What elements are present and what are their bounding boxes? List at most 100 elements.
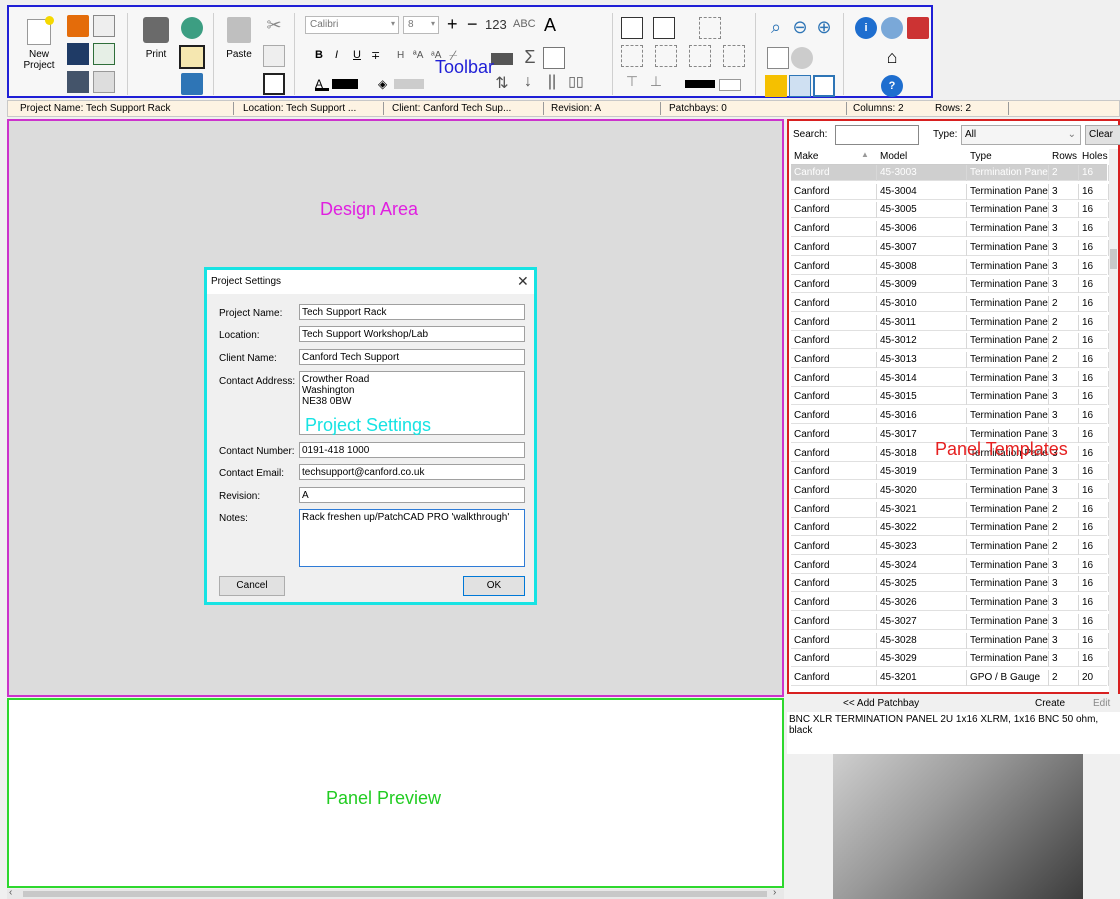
table-row[interactable]: Canford 45-3019 Termination Panel 3 16 [791,464,1109,481]
fill-color-swatch[interactable] [394,79,424,89]
heading-button[interactable]: H [397,50,404,61]
contact-email-field[interactable]: techsupport@canford.co.uk [299,464,525,480]
image-icon[interactable] [543,47,565,69]
increase-font-button[interactable]: + [447,14,458,35]
zoom-out-icon[interactable]: ⊖ [789,17,811,39]
table-row[interactable]: Canford 45-3007 Termination Panel 3 16 [791,239,1109,256]
cancel-button[interactable]: Cancel [219,576,285,596]
exit-icon[interactable] [907,17,929,39]
align-icon[interactable] [621,45,643,67]
table-row[interactable]: Canford 45-3023 Termination Panel 2 16 [791,539,1109,555]
sort-icon[interactable]: ⇅ [491,73,513,95]
export-excel-icon[interactable] [93,43,115,65]
space-icon[interactable] [689,45,711,67]
location-field[interactable]: Tech Support Workshop/Lab [299,326,525,342]
contact-number-field[interactable]: 0191-418 1000 [299,442,525,458]
align-bottom-icon[interactable]: ⊥ [645,73,667,95]
paste-label[interactable]: Paste [221,49,257,60]
zoom-icon[interactable]: ⌕ [765,17,787,39]
help-icon[interactable]: ? [881,75,903,97]
home-icon[interactable]: ⌂ [881,47,903,69]
save-as-icon[interactable] [67,71,89,93]
info-icon[interactable]: i [855,17,877,39]
table-row[interactable]: Canford 45-3021 Termination Panel 2 16 [791,501,1109,518]
search-input[interactable] [835,125,919,145]
underline-button[interactable]: U [353,49,361,61]
scrollbar-thumb[interactable] [23,891,767,897]
table-row[interactable]: Canford 45-3014 Termination Panel 3 16 [791,370,1109,387]
settings-gear-icon[interactable] [791,47,813,69]
create-button[interactable]: Create [1035,698,1065,709]
grid-icon[interactable] [621,17,643,39]
decrease-font-button[interactable]: − [467,14,478,35]
column-header-model[interactable]: Model [877,149,967,165]
list-view-icon[interactable] [813,75,835,97]
print-label[interactable]: Print [137,49,175,60]
scrollbar-thumb[interactable] [1110,249,1117,269]
revision-field[interactable]: A [299,487,525,503]
table-row[interactable]: Canford 45-3011 Termination Panel 2 16 [791,314,1109,331]
page-setup-icon[interactable] [767,47,789,69]
clear-button[interactable]: Clear [1085,125,1120,145]
new-project-icon[interactable] [27,16,54,45]
chair-icon[interactable] [491,53,513,65]
column-header-holes[interactable]: Holes [1079,149,1109,165]
table-row[interactable]: Canford 45-3024 Termination Panel 3 16 [791,557,1109,574]
table-row[interactable]: Canford 45-3010 Termination Panel 2 16 [791,295,1109,312]
panel-view-icon[interactable] [765,75,787,97]
table-row[interactable]: Canford 45-3201 GPO / B Gauge 2 20 [791,669,1109,686]
distribute-icon[interactable] [655,45,677,67]
line-style-dropdown[interactable] [719,79,741,91]
sum-icon[interactable]: Σ [519,47,541,69]
column-header-type[interactable]: Type [967,149,1049,165]
superscript-button[interactable]: ªA [413,50,423,61]
scroll-left-icon[interactable]: ‹ [9,887,12,898]
table-row[interactable]: Canford 45-3016 Termination Panel 3 16 [791,408,1109,425]
table-row[interactable]: Canford 45-3028 Termination Panel 3 16 [791,632,1109,649]
table-row[interactable]: Canford 45-3015 Termination Panel 3 16 [791,389,1109,406]
save-icon[interactable] [67,43,89,65]
table-row[interactable]: Canford 45-3003 Termination Panel 2 16 [791,165,1109,181]
table-row[interactable]: Canford 45-3006 Termination Panel 3 16 [791,221,1109,238]
edit-button[interactable]: Edit [1093,698,1110,709]
align-top-icon[interactable]: ⊤ [621,73,643,95]
size-icon[interactable] [723,45,745,67]
font-size-combo[interactable]: 8 ▾ [403,16,439,34]
open-folder-icon[interactable] [67,15,89,37]
italic-button[interactable]: I [335,49,338,61]
split-icon[interactable]: ▯▯ [565,73,587,95]
table-row[interactable]: Canford 45-3022 Termination Panel 2 16 [791,520,1109,537]
new-project-label[interactable]: New Project [21,49,57,71]
font-color-icon[interactable]: A [315,77,329,91]
scroll-right-icon[interactable]: › [773,887,776,898]
zoom-in-icon[interactable]: ⊕ [813,17,835,39]
font-color-swatch[interactable] [332,79,358,89]
gridlines-icon[interactable] [699,17,721,39]
columns-icon[interactable]: || [541,73,563,95]
arrow-down-icon[interactable]: ↓ [517,73,539,95]
clipboard-preview-icon[interactable] [179,45,205,69]
print-icon[interactable] [143,17,169,43]
table-row[interactable]: Canford 45-3005 Termination Panel 3 16 [791,202,1109,219]
table-row[interactable]: Canford 45-3029 Termination Panel 3 16 [791,651,1109,668]
globe-icon[interactable] [881,17,903,39]
refresh-icon[interactable] [181,17,203,39]
number-format-button[interactable]: 123 [485,17,507,32]
borders-icon[interactable] [653,17,675,39]
table-row[interactable]: Canford 45-3027 Termination Panel 3 16 [791,613,1109,630]
notes-field[interactable]: Rack freshen up/PatchCAD PRO 'walkthroug… [299,509,525,567]
table-row[interactable]: Canford 45-3009 Termination Panel 3 16 [791,277,1109,294]
import-icon[interactable] [181,73,203,95]
close-icon[interactable]: ✕ [517,273,529,290]
line-color-swatch[interactable] [685,80,715,88]
strikethrough-button[interactable]: ∓ [371,49,380,62]
text-direction-icon[interactable]: A [539,15,561,37]
table-row[interactable]: Canford 45-3025 Termination Panel 3 16 [791,576,1109,593]
font-name-combo[interactable]: Calibri ▾ [305,16,399,34]
project-name-field[interactable]: Tech Support Rack [299,304,525,320]
monitor-icon[interactable] [789,75,811,97]
vertical-scrollbar[interactable] [1109,149,1118,695]
copy-icon[interactable] [263,45,285,67]
text-format-button[interactable]: ABC [513,18,536,30]
clipboard-icon[interactable] [263,73,285,95]
